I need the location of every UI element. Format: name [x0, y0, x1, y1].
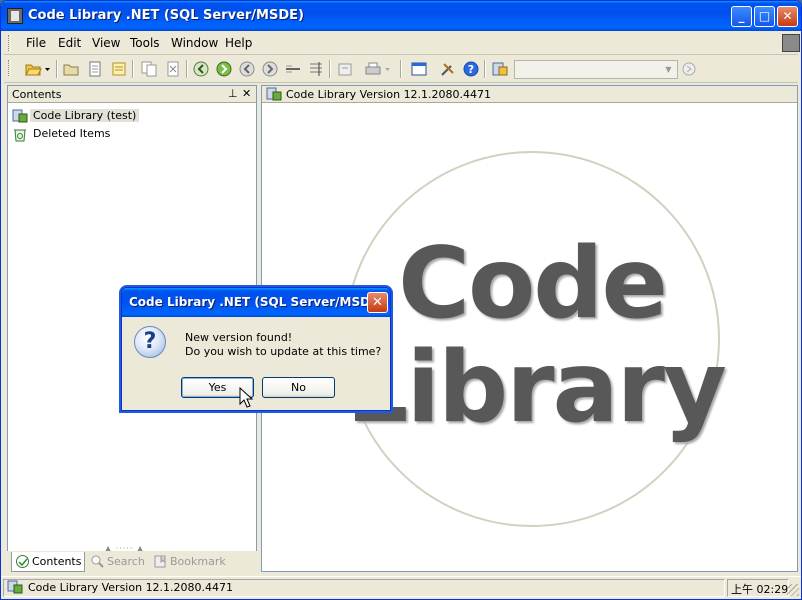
search-icon: [90, 554, 105, 569]
help-icon[interactable]: ?: [462, 60, 480, 78]
menu-window[interactable]: Window: [171, 36, 218, 50]
mouse-cursor-icon: [239, 386, 254, 412]
next-icon[interactable]: [261, 60, 279, 78]
tools-icon[interactable]: [439, 60, 457, 78]
toolbar-separator: [186, 60, 188, 78]
maximize-button[interactable]: □: [754, 6, 775, 27]
tree-item-label: Deleted Items: [33, 127, 111, 140]
dialog-title-bar[interactable]: Code Library .NET (SQL Server/MSDE) ✕: [122, 288, 390, 317]
back-icon[interactable]: [192, 60, 210, 78]
menu-tools[interactable]: Tools: [130, 36, 160, 50]
contents-pane-header: Contents ⊥ ✕: [8, 86, 256, 103]
export-icon[interactable]: [336, 60, 354, 78]
library-icon: [7, 580, 23, 594]
tab-contents[interactable]: Contents: [11, 552, 85, 572]
new-note-icon[interactable]: [110, 60, 128, 78]
svg-text:?: ?: [468, 63, 474, 76]
toolbar-separator: [484, 60, 486, 78]
window-title: Code Library .NET (SQL Server/MSDE): [28, 8, 304, 23]
collapse-icon[interactable]: [284, 60, 302, 78]
mdi-document-icon[interactable]: [782, 34, 800, 52]
document-title: Code Library Version 12.1.2080.4471: [286, 88, 492, 101]
expand-icon[interactable]: [307, 60, 325, 78]
menu-help[interactable]: Help: [225, 36, 252, 50]
menu-view[interactable]: View: [92, 36, 120, 50]
contents-icon: [15, 554, 30, 569]
logo-text-line2: Library: [346, 331, 727, 445]
status-text: Code Library Version 12.1.2080.4471: [28, 581, 234, 594]
menu-edit[interactable]: Edit: [58, 36, 81, 50]
title-bar[interactable]: Code Library .NET (SQL Server/MSDE) _ □ …: [1, 1, 801, 31]
menubar-grip[interactable]: [8, 35, 11, 51]
menu-file[interactable]: File: [26, 36, 46, 50]
menu-bar: File Edit View Tools Window Help: [4, 31, 800, 55]
contents-pane-title: Contents: [12, 88, 62, 101]
copy-icon[interactable]: [140, 60, 158, 78]
question-icon: ?: [134, 326, 166, 358]
bookmark-icon: [153, 554, 168, 569]
new-folder-icon[interactable]: [62, 60, 80, 78]
new-item-icon[interactable]: [86, 60, 104, 78]
toolbar-separator: [329, 60, 331, 78]
toolbar-separator: [132, 60, 134, 78]
pane-tab-strip: Contents Search Bookmark: [7, 551, 257, 573]
open-dropdown-icon[interactable]: [44, 60, 52, 78]
library-icon: [266, 87, 282, 102]
recycle-bin-icon: [12, 126, 28, 142]
dialog-title: Code Library .NET (SQL Server/MSDE): [129, 295, 384, 309]
open-folder-icon[interactable]: [24, 60, 42, 78]
status-time: 上午 02:29: [731, 583, 789, 596]
print-dropdown-icon[interactable]: [384, 60, 392, 78]
tab-label: Contents: [32, 555, 82, 568]
minimize-button[interactable]: _: [731, 6, 752, 27]
main-window: Code Library .NET (SQL Server/MSDE) _ □ …: [0, 0, 802, 600]
resize-grip[interactable]: [787, 584, 799, 596]
tab-search[interactable]: Search: [87, 552, 149, 572]
dialog-close-button[interactable]: ✕: [367, 292, 388, 313]
toolbar-separator: [400, 60, 402, 78]
update-dialog: Code Library .NET (SQL Server/MSDE) ✕ ? …: [121, 287, 391, 411]
print-icon[interactable]: [364, 60, 382, 78]
window-icon[interactable]: [410, 60, 428, 78]
dialog-message-line2: Do you wish to update at this time?: [185, 345, 382, 358]
toolbar-grip[interactable]: [8, 60, 11, 76]
library-icon: [12, 108, 28, 124]
tab-label: Bookmark: [170, 555, 226, 568]
pane-close-icon[interactable]: ✕: [242, 87, 251, 100]
close-button[interactable]: ✕: [777, 6, 798, 27]
tree-item-label: Code Library (test): [30, 109, 140, 122]
delete-icon[interactable]: [164, 60, 182, 78]
toolbar-combo[interactable]: ▼: [514, 60, 678, 79]
pin-icon[interactable]: ⊥: [228, 87, 238, 100]
toolbar-separator: [56, 60, 58, 78]
code-library-logo: Code Library: [344, 151, 727, 527]
tab-label: Search: [107, 555, 145, 568]
go-icon[interactable]: [680, 60, 698, 78]
previous-icon[interactable]: [238, 60, 256, 78]
document-header: Code Library Version 12.1.2080.4471: [262, 86, 797, 103]
library-icon[interactable]: [491, 60, 509, 78]
tab-bookmark[interactable]: Bookmark: [150, 552, 230, 572]
app-icon[interactable]: [7, 8, 23, 24]
status-bar: Code Library Version 12.1.2080.4471 上午 0…: [1, 576, 801, 598]
chevron-down-icon[interactable]: ▼: [662, 63, 675, 76]
dialog-message-line1: New version found!: [185, 331, 293, 344]
toolbar: ? ▼: [4, 56, 798, 83]
no-button[interactable]: No: [262, 377, 335, 398]
forward-icon[interactable]: [215, 60, 233, 78]
logo-text-line1: Code: [398, 227, 668, 341]
